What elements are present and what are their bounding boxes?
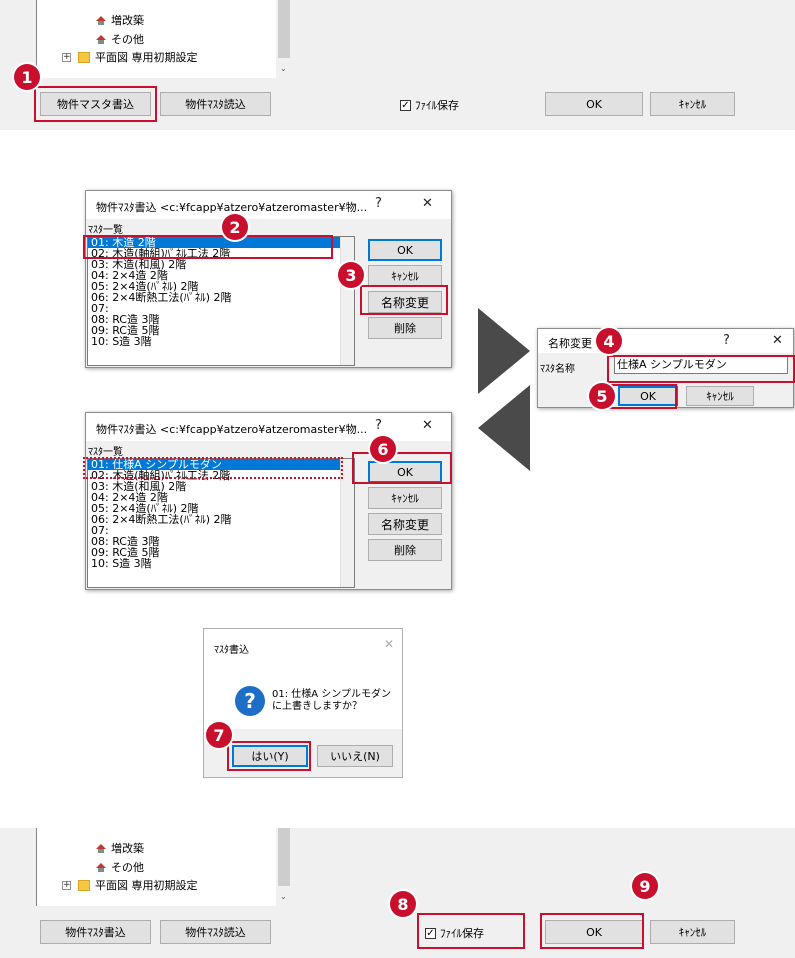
step-badge-1: 1 xyxy=(14,64,40,90)
tree-item-floorplan[interactable]: + 平面図 専用初期設定 xyxy=(62,49,198,65)
step-badge-3: 3 xyxy=(338,262,364,288)
list-item[interactable]: 06: 2×4断熱工法(ﾊﾟﾈﾙ) 2階 xyxy=(88,514,354,525)
close-icon[interactable]: ✕ xyxy=(422,196,433,211)
message-line: 01: 仕様A シンプルモダン xyxy=(272,689,391,700)
svg-text:?: ? xyxy=(244,689,256,713)
highlight-box-dotted xyxy=(83,457,343,479)
help-icon[interactable]: ? xyxy=(375,418,382,433)
house-icon xyxy=(96,862,106,872)
house-icon xyxy=(96,34,106,44)
message-line: に上書きしますか？ xyxy=(272,701,362,712)
top-panel: 増改築 その他 + 平面図 専用初期設定 ⌄ 物件マスタ書込 物件ﾏｽﾀ読込 ✓… xyxy=(0,0,795,130)
list-item[interactable]: 04: 2×4造 2階 xyxy=(88,270,354,281)
arrow-right-icon xyxy=(478,308,530,394)
highlight-box xyxy=(607,355,795,383)
read-master-button[interactable]: 物件ﾏｽﾀ読込 xyxy=(160,92,271,116)
list-item[interactable]: 04: 2×4造 2階 xyxy=(88,492,354,503)
dialog-title: 物件ﾏｽﾀ書込 <c:¥fcapp¥atzero¥atzeromaster¥物.… xyxy=(96,423,368,436)
help-icon[interactable]: ? xyxy=(375,196,382,211)
step-badge-5: 5 xyxy=(589,383,615,409)
tree-item-other[interactable]: その他 xyxy=(95,31,144,47)
house-icon xyxy=(96,15,106,25)
list-label: ﾏｽﾀ一覧 xyxy=(88,225,123,236)
folder-icon xyxy=(78,879,90,891)
scroll-down-icon[interactable]: ⌄ xyxy=(280,892,287,901)
expand-icon[interactable]: + xyxy=(62,880,71,890)
list-item[interactable]: 08: RC造 3階 xyxy=(88,314,354,325)
file-save-checkbox[interactable]: ✓ ﾌｧｲﾙ保存 xyxy=(400,97,459,113)
list-item[interactable]: 10: S造 3階 xyxy=(88,558,354,569)
list-item[interactable]: 05: 2×4造(ﾊﾟﾈﾙ) 2階 xyxy=(88,503,354,514)
list-item[interactable]: 08: RC造 3階 xyxy=(88,536,354,547)
step-badge-6: 6 xyxy=(370,436,396,462)
cancel-button[interactable]: ｷｬﾝｾﾙ xyxy=(650,92,735,116)
list-item[interactable]: 09: RC造 5階 xyxy=(88,325,354,336)
tree-item-floorplan[interactable]: + 平面図 専用初期設定 xyxy=(62,877,198,893)
scroll-thumb[interactable] xyxy=(278,828,290,886)
list-item[interactable]: 09: RC造 5階 xyxy=(88,547,354,558)
write-master-dialog: 物件ﾏｽﾀ書込 <c:¥fcapp¥atzero¥atzeromaster¥物.… xyxy=(85,412,452,590)
list-item[interactable]: 07: xyxy=(88,303,354,314)
checkbox-checked-icon[interactable]: ✓ xyxy=(400,99,411,111)
highlight-box xyxy=(540,913,644,949)
highlight-box xyxy=(605,384,677,409)
highlight-box xyxy=(83,235,333,259)
ok-button[interactable]: OK xyxy=(545,92,643,116)
confirm-message: 01: 仕様A シンプルモダン に上書きしますか？ xyxy=(272,689,391,713)
highlight-box xyxy=(417,913,525,949)
close-icon[interactable]: ✕ xyxy=(384,637,394,651)
step-badge-2: 2 xyxy=(222,214,248,240)
scroll-thumb[interactable] xyxy=(278,0,290,58)
step-badge-9: 9 xyxy=(632,873,658,899)
step-badge-7: 7 xyxy=(206,722,232,748)
delete-button[interactable]: 削除 xyxy=(368,317,442,339)
list-item[interactable]: 07: xyxy=(88,525,354,536)
tree-item-renovation[interactable]: 増改築 xyxy=(95,12,144,28)
tree-item-other[interactable]: その他 xyxy=(95,859,144,875)
list-item[interactable]: 10: S造 3階 xyxy=(88,336,354,347)
arrow-left-icon xyxy=(478,385,530,471)
folder-icon xyxy=(78,51,90,63)
rename-button[interactable]: 名称変更 xyxy=(368,513,442,535)
tree-scrollbar[interactable]: ⌄ xyxy=(276,0,292,78)
dialog-title: ﾏｽﾀ書込 xyxy=(214,645,249,656)
write-master-dialog: 物件ﾏｽﾀ書込 <c:¥fcapp¥atzero¥atzeromaster¥物.… xyxy=(85,190,452,368)
dialog-cancel-button[interactable]: ｷｬﾝｾﾙ xyxy=(368,487,442,509)
highlight-box xyxy=(360,285,448,315)
close-icon[interactable]: ✕ xyxy=(422,418,433,433)
list-item[interactable]: 06: 2×4断熱工法(ﾊﾟﾈﾙ) 2階 xyxy=(88,292,354,303)
cancel-button[interactable]: ｷｬﾝｾﾙ xyxy=(650,920,735,944)
tree-view[interactable]: 増改築 その他 + 平面図 専用初期設定 ⌄ xyxy=(36,828,292,906)
list-item[interactable]: 03: 木造(和風) 2階 xyxy=(88,259,354,270)
list-item[interactable]: 03: 木造(和風) 2階 xyxy=(88,481,354,492)
name-label: ﾏｽﾀ名称 xyxy=(540,364,575,375)
step-badge-4: 4 xyxy=(596,328,622,354)
highlight-box xyxy=(34,86,157,122)
help-icon[interactable]: ? xyxy=(723,333,730,348)
tree-scrollbar[interactable]: ⌄ xyxy=(276,828,292,906)
question-icon: ? xyxy=(235,686,265,716)
scroll-down-icon[interactable]: ⌄ xyxy=(280,64,287,73)
highlight-box xyxy=(352,452,452,484)
tree-item-renovation[interactable]: 増改築 xyxy=(95,840,144,856)
read-master-button[interactable]: 物件ﾏｽﾀ読込 xyxy=(160,920,271,944)
rename-cancel-button[interactable]: ｷｬﾝｾﾙ xyxy=(686,386,754,406)
expand-icon[interactable]: + xyxy=(62,52,71,62)
close-icon[interactable]: ✕ xyxy=(772,333,783,348)
house-icon xyxy=(96,843,106,853)
dialog-cancel-button[interactable]: ｷｬﾝｾﾙ xyxy=(368,265,442,287)
highlight-box xyxy=(227,741,311,771)
write-master-button[interactable]: 物件ﾏｽﾀ書込 xyxy=(40,920,151,944)
dialog-ok-button[interactable]: OK xyxy=(368,239,442,261)
list-scrollbar[interactable] xyxy=(340,237,354,365)
tree-view[interactable]: 増改築 その他 + 平面図 専用初期設定 ⌄ xyxy=(36,0,292,78)
dialog-title: 名称変更 xyxy=(548,337,592,350)
no-button[interactable]: いいえ(N) xyxy=(317,745,393,767)
step-badge-8: 8 xyxy=(390,891,416,917)
delete-button[interactable]: 削除 xyxy=(368,539,442,561)
dialog-title: 物件ﾏｽﾀ書込 <c:¥fcapp¥atzero¥atzeromaster¥物.… xyxy=(96,201,368,214)
list-item[interactable]: 05: 2×4造(ﾊﾟﾈﾙ) 2階 xyxy=(88,281,354,292)
list-label: ﾏｽﾀ一覧 xyxy=(88,447,123,458)
